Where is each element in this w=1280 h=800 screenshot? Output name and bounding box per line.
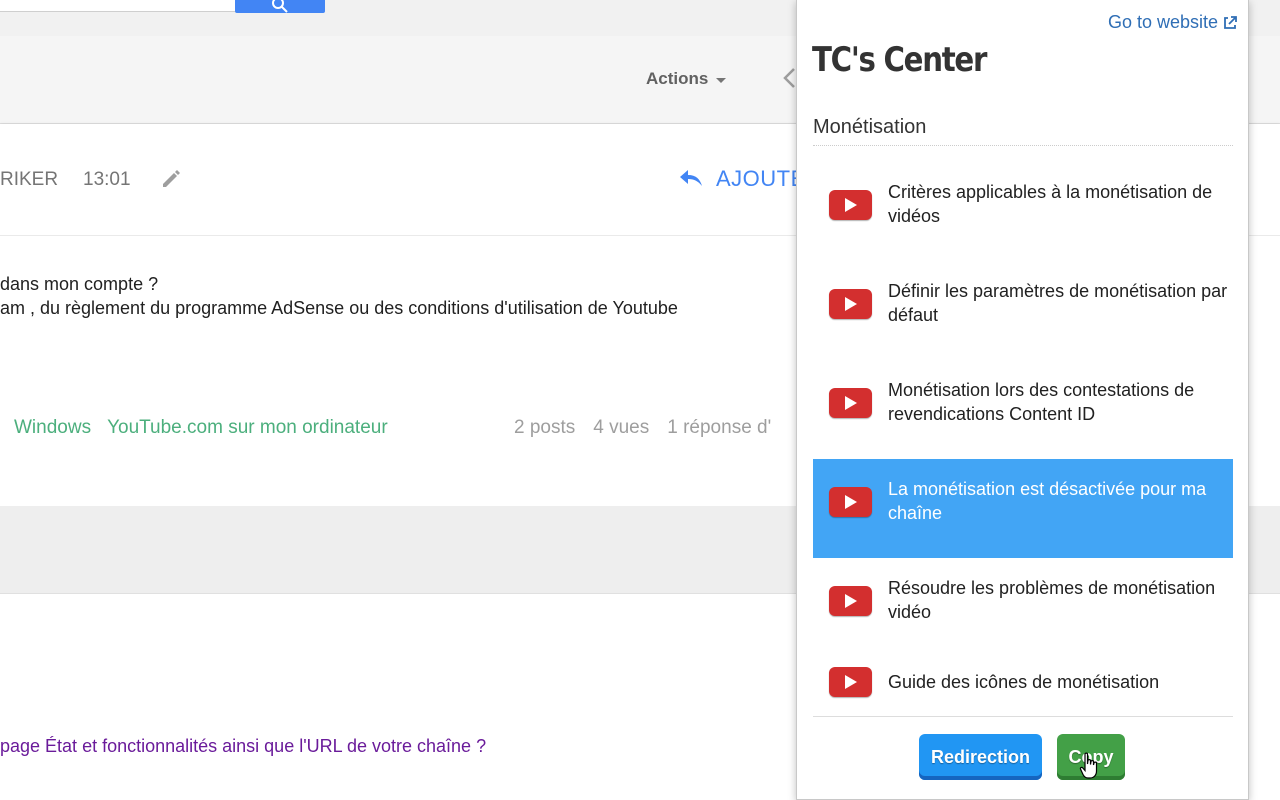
list-item[interactable]: Monétisation lors des contestations de r… [813, 360, 1233, 459]
actions-label: Actions [646, 69, 709, 88]
section-label: Monétisation [813, 116, 927, 138]
list-item[interactable]: Guide des icônes de monétisation [813, 657, 1233, 712]
help-article-list: Critères applicables à la monétisation d… [813, 162, 1233, 712]
list-item-label: Guide des icônes de monétisation [888, 672, 1160, 692]
list-item-label: Résoudre les problèmes de monétisation v… [888, 578, 1216, 622]
external-link-icon [1224, 15, 1237, 29]
search-icon [272, 0, 288, 13]
youtube-icon [829, 487, 872, 517]
youtube-icon [829, 667, 872, 697]
list-item-label: Critères applicables à la monétisation d… [888, 182, 1213, 226]
go-to-website-link[interactable]: Go to website [1108, 12, 1238, 33]
list-item[interactable]: Définir les paramètres de monétisation p… [813, 261, 1233, 360]
extension-popup: Go to website TC's Center Monétisation C… [796, 0, 1249, 800]
section-divider [813, 145, 1233, 146]
list-item[interactable]: Critères applicables à la monétisation d… [813, 162, 1233, 261]
footer-divider [813, 716, 1233, 717]
views-count: 4 vues [593, 417, 650, 438]
post-time: 13:01 [83, 169, 131, 190]
youtube-icon [829, 289, 872, 319]
go-to-website-label: Go to website [1107, 12, 1218, 32]
caret-down-icon [716, 77, 727, 83]
hand-cursor-icon [1079, 752, 1098, 779]
post-author[interactable]: RIKER [0, 169, 58, 191]
post-body-line: dans mon compte ? [0, 274, 159, 294]
search-input[interactable] [0, 0, 236, 12]
tag-youtube-desktop[interactable]: YouTube.com sur mon ordinateur [107, 417, 388, 439]
reply-button[interactable]: AJOUTE [716, 166, 806, 192]
reply-icon[interactable] [678, 167, 704, 189]
chevron-left-icon[interactable] [782, 66, 796, 90]
post-body-line: am , du règlement du programme AdSense o… [0, 298, 678, 318]
post-stats: 2 posts 4 vues 1 réponse d' [514, 417, 771, 439]
pencil-icon[interactable] [160, 167, 182, 189]
youtube-icon [829, 388, 872, 418]
youtube-icon [829, 586, 872, 616]
list-item-label: Monétisation lors des contestations de r… [888, 380, 1195, 424]
post-tags: Windows YouTube.com sur mon ordinateur [14, 417, 404, 439]
search-button[interactable] [235, 0, 325, 13]
popup-title: TC's Center [812, 40, 987, 80]
list-item-selected[interactable]: La monétisation est désactivée pour ma c… [813, 459, 1233, 558]
list-item-label: La monétisation est désactivée pour ma c… [888, 479, 1207, 523]
actions-menu-button[interactable]: Actions [646, 68, 727, 90]
replies-count: 1 réponse d' [667, 417, 772, 438]
posts-count: 2 posts [514, 417, 576, 438]
redirection-button[interactable]: Redirection [919, 734, 1042, 780]
tag-windows[interactable]: Windows [14, 417, 91, 439]
post-body: dans mon compte ? am , du règlement du p… [0, 272, 678, 320]
list-item[interactable]: Résoudre les problèmes de monétisation v… [813, 558, 1233, 657]
list-item-label: Définir les paramètres de monétisation p… [888, 281, 1228, 325]
reply-link[interactable]: page État et fonctionnalités ainsi que l… [0, 736, 486, 757]
youtube-icon [829, 190, 872, 220]
